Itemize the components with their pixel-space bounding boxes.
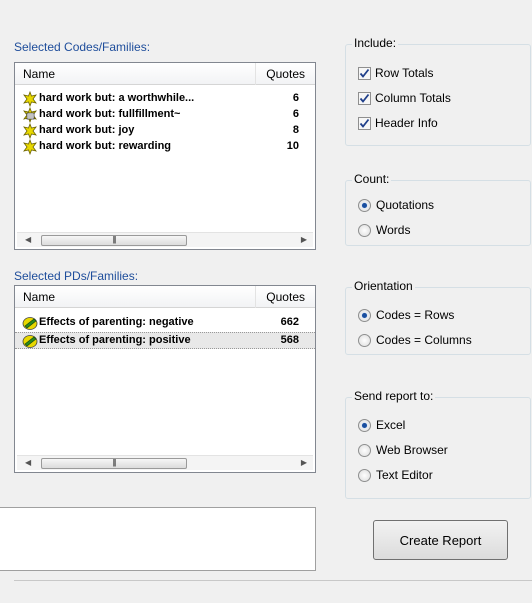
checkbox-checked-icon [358, 66, 371, 80]
codes-listview[interactable]: Name Quotes hard work but: a worthwhile.… [14, 62, 316, 250]
codes-columns-label: Codes = Columns [376, 333, 472, 347]
family-icon [22, 317, 38, 330]
scroll-right-icon[interactable]: ▶ [301, 458, 307, 467]
words-radio[interactable]: Words [358, 221, 410, 239]
codes-name-column-header[interactable]: Name [23, 67, 55, 81]
row-totals-label: Row Totals [375, 66, 434, 80]
pds-horizontal-scrollbar[interactable]: ◀ ||| ▶ [17, 455, 313, 470]
scroll-left-icon[interactable]: ◀ [25, 235, 31, 244]
scroll-thumb[interactable]: ||| [41, 458, 187, 469]
pd-name: Effects of parenting: negative [39, 316, 194, 328]
radio-selected-icon [358, 198, 371, 212]
send-report-group-title: Send report to: [352, 389, 436, 403]
codes-rows-radio[interactable]: Codes = Rows [358, 306, 454, 324]
code-comment-icon [23, 107, 37, 123]
radio-unselected-icon [358, 468, 371, 482]
scroll-right-icon[interactable]: ▶ [301, 235, 307, 244]
code-quotes: 10 [286, 140, 299, 152]
divider [14, 580, 532, 581]
list-item[interactable]: Effects of parenting: positive 568 [15, 332, 315, 349]
text-editor-label: Text Editor [376, 468, 433, 482]
pds-listview[interactable]: Name Quotes Effects of parenting: negati… [14, 285, 316, 473]
codes-horizontal-scrollbar[interactable]: ◀ ||| ▶ [17, 232, 313, 247]
excel-radio[interactable]: Excel [358, 416, 405, 434]
code-name: hard work but: a worthwhile... [39, 92, 195, 104]
list-item[interactable]: hard work but: joy 8 [15, 123, 315, 139]
count-group: Count: Quotations Words [345, 172, 531, 246]
scroll-left-icon[interactable]: ◀ [25, 458, 31, 467]
column-totals-checkbox[interactable]: Column Totals [358, 89, 451, 107]
web-browser-label: Web Browser [376, 443, 448, 457]
list-item[interactable]: hard work but: rewarding 10 [15, 139, 315, 155]
checkbox-checked-icon [358, 116, 371, 130]
send-report-group: Send report to: Excel Web Browser Text E… [345, 389, 531, 499]
orientation-group: Orientation Codes = Rows Codes = Columns [345, 279, 531, 355]
list-item[interactable]: hard work but: fullfillment~ 6 [15, 107, 315, 123]
code-name: hard work but: rewarding [39, 140, 172, 152]
codes-section-label: Selected Codes/Families: [14, 40, 151, 54]
pds-quotes-column-header[interactable]: Quotes [266, 290, 305, 304]
codes-columns-radio[interactable]: Codes = Columns [358, 331, 472, 349]
column-separator[interactable] [255, 63, 256, 85]
radio-unselected-icon [358, 223, 371, 237]
codes-rows-label: Codes = Rows [376, 308, 455, 322]
count-group-title: Count: [352, 172, 392, 186]
create-report-button[interactable]: Create Report [373, 520, 508, 560]
description-textbox[interactable] [0, 507, 316, 571]
header-info-label: Header Info [375, 116, 438, 130]
header-info-checkbox[interactable]: Header Info [358, 114, 438, 132]
pds-list-header: Name Quotes [15, 286, 315, 308]
codes-quotes-column-header[interactable]: Quotes [266, 67, 305, 81]
list-item[interactable]: Effects of parenting: negative 662 [15, 315, 315, 331]
family-icon [22, 335, 38, 348]
code-quotes: 6 [292, 108, 299, 120]
pd-quotes: 568 [280, 334, 299, 346]
radio-unselected-icon [358, 333, 371, 347]
text-editor-radio[interactable]: Text Editor [358, 466, 433, 484]
grip-icon: ||| [112, 458, 116, 467]
web-browser-radio[interactable]: Web Browser [358, 441, 448, 459]
grip-icon: ||| [112, 235, 116, 244]
radio-selected-icon [358, 418, 371, 432]
pds-section-label: Selected PDs/Families: [14, 269, 139, 283]
codes-list-header: Name Quotes [15, 63, 315, 85]
quotations-label: Quotations [376, 198, 435, 212]
code-icon [23, 91, 37, 107]
orientation-group-title: Orientation [352, 279, 415, 293]
pd-name: Effects of parenting: positive [39, 334, 191, 346]
code-icon [23, 139, 37, 155]
code-name: hard work but: fullfillment~ [39, 108, 181, 120]
excel-label: Excel [376, 418, 406, 432]
radio-selected-icon [358, 308, 371, 322]
pd-quotes: 662 [280, 316, 299, 328]
pds-name-column-header[interactable]: Name [23, 290, 55, 304]
scroll-thumb[interactable]: ||| [41, 235, 187, 246]
radio-unselected-icon [358, 443, 371, 457]
quotations-radio[interactable]: Quotations [358, 196, 434, 214]
include-group-title: Include: [352, 36, 399, 50]
words-label: Words [376, 223, 411, 237]
code-name: hard work but: joy [39, 124, 135, 136]
column-separator[interactable] [255, 286, 256, 308]
row-totals-checkbox[interactable]: Row Totals [358, 64, 433, 82]
code-quotes: 8 [292, 124, 299, 136]
column-totals-label: Column Totals [375, 91, 451, 105]
code-quotes: 6 [292, 92, 299, 104]
include-group: Include: Row Totals Column Totals Header… [345, 36, 531, 146]
code-icon [23, 123, 37, 139]
list-item[interactable]: hard work but: a worthwhile... 6 [15, 91, 315, 107]
checkbox-checked-icon [358, 91, 371, 105]
